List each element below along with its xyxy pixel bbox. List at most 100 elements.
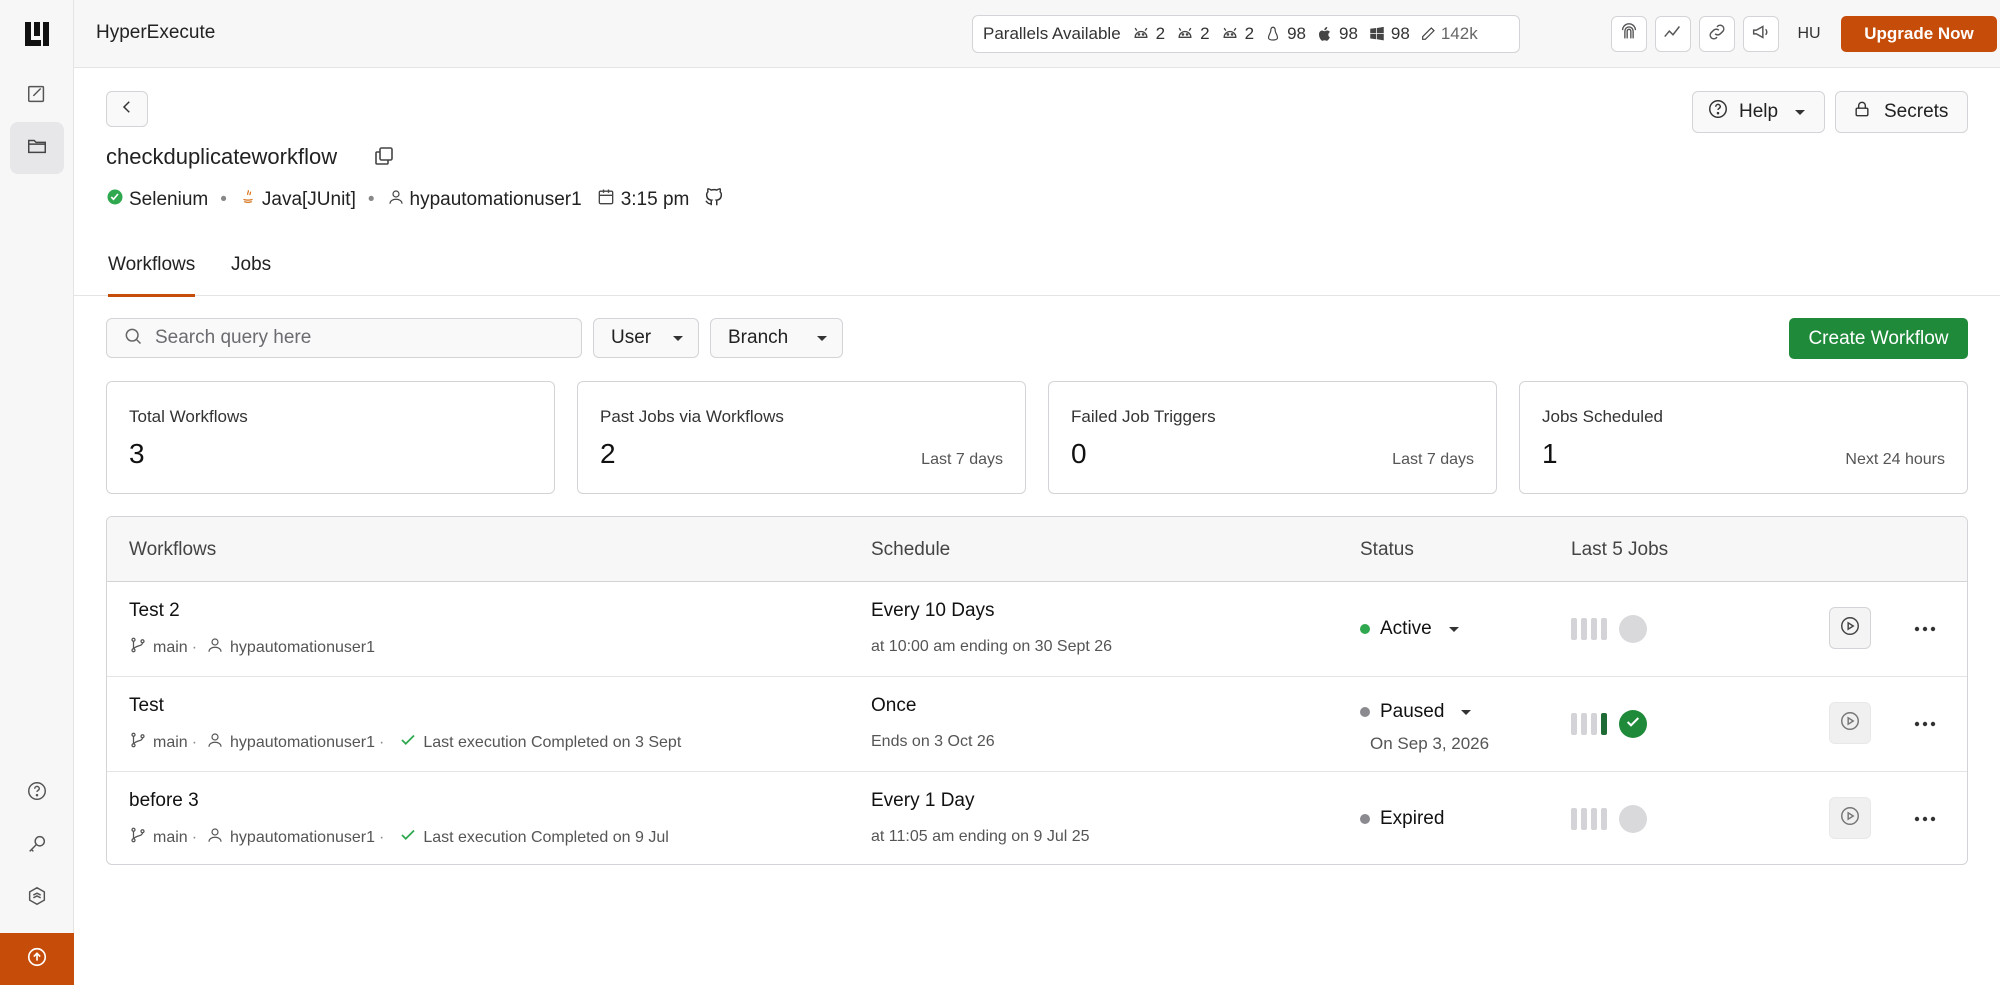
parallels-available[interactable]: Parallels Available 2 2 2 98 98 98 142k (972, 15, 1520, 53)
rail-projects-button[interactable] (10, 122, 64, 174)
user-filter-dropdown[interactable]: User (593, 318, 699, 358)
back-button[interactable] (106, 91, 148, 127)
lock-icon (1852, 99, 1872, 125)
play-circle-icon (1839, 710, 1861, 737)
stat-past-jobs: Past Jobs via Workflows 2 Last 7 days (577, 381, 1026, 494)
search-input[interactable] (155, 327, 555, 349)
language-tag: Java[JUnit] (239, 187, 356, 213)
column-header: Schedule (871, 539, 951, 560)
workflow-name[interactable]: before 3 (129, 790, 199, 812)
status-dropdown[interactable]: Active (1360, 618, 1460, 640)
linux-icon (1264, 24, 1282, 44)
workflow-user: hypautomationuser1 (230, 638, 375, 656)
rail-dashboard-button[interactable] (10, 70, 64, 122)
stat-sub: Next 24 hours (1845, 451, 1945, 468)
status-dot (1360, 814, 1370, 824)
secrets-button[interactable]: Secrets (1835, 91, 1968, 133)
fingerprint-icon (1618, 21, 1640, 48)
key-icon (26, 833, 48, 860)
search-box[interactable] (106, 318, 582, 358)
last-jobs-indicator (1571, 805, 1647, 833)
caret-down-icon (1448, 618, 1460, 640)
table-row[interactable]: Test main · hypautomationuser1 · Last ex… (107, 677, 1967, 772)
workflow-meta: main · hypautomationuser1 · Last executi… (129, 731, 681, 754)
git-branch-icon (129, 826, 147, 849)
tab-bar: Workflows Jobs (74, 240, 2000, 297)
help-dropdown[interactable]: Help (1692, 91, 1825, 133)
schedule-detail: Ends on 3 Oct 26 (871, 733, 995, 750)
play-circle-icon (1839, 805, 1861, 832)
git-branch-icon (129, 731, 147, 754)
tab-jobs[interactable]: Jobs (231, 254, 271, 294)
stat-value: 0 (1071, 438, 1087, 469)
job-bar (1591, 808, 1597, 830)
rail-help-button[interactable] (10, 767, 64, 819)
job-bar (1601, 808, 1607, 830)
run-workflow-button[interactable] (1829, 702, 1871, 744)
selenium-icon (106, 188, 124, 212)
workflow-meta: main · hypautomationuser1 (129, 636, 375, 659)
help-label: Help (1739, 101, 1779, 122)
parallels-value: 142k (1440, 24, 1478, 43)
fingerprint-button[interactable] (1611, 16, 1647, 52)
announcements-button[interactable] (1743, 16, 1779, 52)
parallels-value: 2 (1244, 24, 1255, 43)
meta-separator: · (379, 733, 385, 751)
run-workflow-button[interactable] (1829, 797, 1871, 839)
lambdatest-logo-icon[interactable] (22, 20, 52, 50)
create-workflow-button[interactable]: Create Workflow (1789, 318, 1968, 359)
rail-integrations-button[interactable] (10, 872, 64, 924)
status-label: Active (1380, 618, 1432, 639)
github-link[interactable] (703, 186, 725, 214)
user-avatar[interactable]: HU (1790, 16, 1828, 52)
more-options-button[interactable] (1907, 705, 1943, 741)
status-label: Paused (1380, 701, 1445, 722)
parallels-value: 98 (1390, 24, 1410, 43)
workflow-meta: Selenium • Java[JUnit] • hypautomationus… (106, 186, 725, 214)
workflow-name[interactable]: Test (129, 695, 164, 717)
stat-sub: Last 7 days (921, 451, 1003, 468)
upgrade-now-button[interactable]: Upgrade Now (1841, 16, 1997, 52)
parallels-android-1: 2 (1131, 24, 1165, 44)
branch-name: main (153, 733, 188, 751)
owner-label: hypautomationuser1 (409, 189, 582, 210)
job-status-circle (1619, 805, 1647, 833)
caret-down-icon (816, 327, 828, 349)
job-status-circle[interactable] (1619, 710, 1647, 738)
copy-icon[interactable] (372, 144, 396, 173)
link-icon (1706, 21, 1728, 48)
link-button[interactable] (1699, 16, 1735, 52)
table-row[interactable]: before 3 main · hypautomationuser1 · Las… (107, 772, 1967, 864)
java-icon (239, 187, 257, 213)
status-dropdown[interactable]: Paused (1360, 701, 1472, 723)
rail-keys-button[interactable] (10, 820, 64, 872)
language-label: Java[JUnit] (261, 189, 356, 210)
chevron-left-icon (118, 98, 136, 121)
android-icon (1220, 24, 1240, 44)
rail-upgrade-button[interactable] (0, 933, 74, 985)
workflow-user: hypautomationuser1 (230, 733, 375, 751)
branch-filter-dropdown[interactable]: Branch (710, 318, 843, 358)
parallels-android-2: 2 (1175, 24, 1210, 44)
time-tag: 3:15 pm (596, 187, 689, 213)
tab-workflows[interactable]: Workflows (108, 254, 196, 297)
column-header: Workflows (129, 539, 217, 560)
check-icon (1625, 714, 1641, 735)
job-bar (1581, 808, 1587, 830)
schedule-detail: at 11:05 am ending on 9 Jul 25 (871, 828, 1090, 845)
stat-label: Jobs Scheduled (1542, 407, 1663, 426)
analytics-button[interactable] (1655, 16, 1691, 52)
table-row[interactable]: Test 2 main · hypautomationuser1 Every 1… (107, 582, 1967, 677)
more-options-button[interactable] (1907, 800, 1943, 836)
stat-label: Failed Job Triggers (1071, 407, 1216, 426)
meta-separator: • (367, 189, 375, 210)
caret-down-icon (1794, 101, 1806, 123)
play-circle-icon (1839, 615, 1861, 642)
run-workflow-button[interactable] (1829, 607, 1871, 649)
github-icon (703, 186, 725, 214)
more-options-button[interactable] (1907, 610, 1943, 646)
stat-value: 3 (129, 438, 145, 469)
workflow-name[interactable]: Test 2 (129, 600, 180, 622)
stat-sub: Last 7 days (1392, 451, 1474, 468)
owner-tag: hypautomationuser1 (387, 188, 582, 212)
